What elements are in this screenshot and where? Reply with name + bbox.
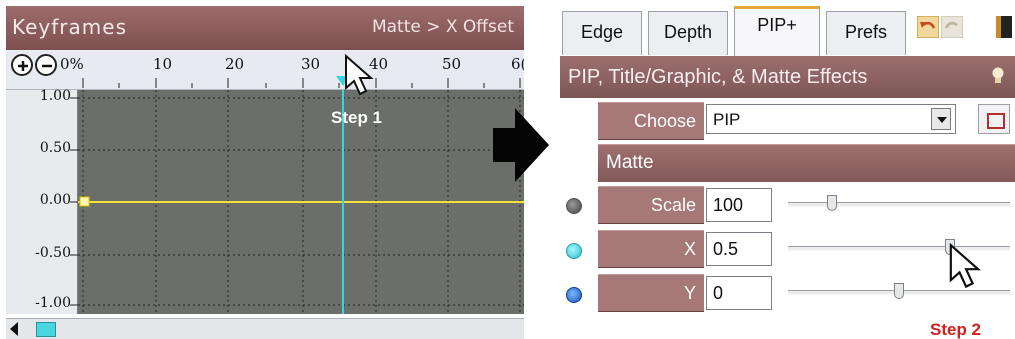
keyframes-parameter-path: Matte > X Offset	[371, 17, 514, 37]
y-label: Y	[598, 274, 704, 312]
mouse-pointer-icon	[949, 243, 981, 289]
tab-pip-plus[interactable]: PIP+	[734, 6, 820, 56]
keyframes-title: Keyframes	[12, 15, 127, 39]
x-keyframe-toggle-icon[interactable]	[566, 243, 582, 259]
ruler-mark: 30	[301, 55, 321, 73]
x-input[interactable]: 0.5	[706, 232, 772, 266]
keyframes-titlebar: Keyframes Matte > X Offset	[6, 6, 524, 50]
y-keyframe-toggle-icon[interactable]	[566, 287, 582, 303]
graph-grid	[78, 90, 524, 314]
y-slider-thumb[interactable]	[894, 283, 904, 299]
step-2-label: Step 2	[930, 320, 982, 339]
timeline-scrollbar[interactable]	[6, 318, 524, 339]
zoom-in-icon[interactable]	[11, 54, 33, 76]
zoom-out-icon[interactable]	[35, 54, 57, 76]
keyframe-graph[interactable]: Step 1	[78, 90, 524, 314]
undo-icon[interactable]	[917, 16, 939, 38]
scrollbar-thumb[interactable]	[36, 322, 56, 337]
scale-keyframe-toggle-icon[interactable]	[566, 198, 582, 214]
tab-bar: Edge Depth PIP+ Prefs	[560, 6, 1015, 56]
keyframe-graph-area: 1.00 0.50 0.00 -0.50 -1.00 Step 1	[6, 88, 524, 314]
ruler-start-label: 0%	[60, 55, 84, 73]
pip-frame-button[interactable]	[978, 104, 1010, 134]
scale-label: Scale	[598, 186, 704, 224]
tab-edge[interactable]: Edge	[562, 11, 642, 55]
effects-body: Choose PIP Matte Scale 100 X 0.5 Y 0 Ste…	[560, 98, 1015, 339]
chevron-down-icon[interactable]	[931, 108, 951, 130]
value-axis: 1.00 0.50 0.00 -0.50 -1.00	[6, 88, 78, 314]
keyframes-panel: Keyframes Matte > X Offset 0% 10 20 30 4…	[6, 6, 524, 339]
ruler-mark: 20	[225, 55, 245, 73]
timeline-ruler[interactable]: 0% 10 20 30 40 50 6(	[6, 50, 524, 90]
tab-prefs[interactable]: Prefs	[826, 11, 906, 55]
step-1-label: Step 1	[331, 108, 383, 127]
lightbulb-icon[interactable]	[992, 67, 1004, 85]
ruler-mark: 6(	[511, 55, 524, 73]
x-label: X	[598, 230, 704, 268]
tab-depth[interactable]: Depth	[648, 11, 728, 55]
toolbar-extra-icon[interactable]	[996, 16, 1012, 38]
section-title: PIP, Title/Graphic, & Matte Effects	[568, 66, 868, 88]
ruler-mark: 50	[442, 55, 462, 73]
matte-header: Matte	[598, 144, 1015, 182]
effect-type-select[interactable]: PIP	[706, 104, 956, 134]
section-header: PIP, Title/Graphic, & Matte Effects	[560, 56, 1015, 98]
right-arrow-icon	[493, 108, 549, 182]
scroll-left-arrow-icon[interactable]	[10, 322, 18, 336]
effect-type-value: PIP	[713, 110, 741, 129]
redo-icon[interactable]	[941, 16, 963, 38]
y-input[interactable]: 0	[706, 276, 772, 310]
keyframe-point	[79, 196, 90, 207]
mouse-pointer-icon	[345, 54, 374, 96]
choose-label: Choose	[598, 102, 704, 140]
ruler-ticks	[82, 76, 521, 88]
effects-panel: Edge Depth PIP+ Prefs PIP, Title/Graphic…	[560, 6, 1015, 339]
ruler-mark: 10	[153, 55, 173, 73]
scale-slider-thumb[interactable]	[827, 195, 838, 211]
scale-slider-track[interactable]	[788, 202, 1010, 207]
scale-input[interactable]: 100	[706, 188, 772, 222]
